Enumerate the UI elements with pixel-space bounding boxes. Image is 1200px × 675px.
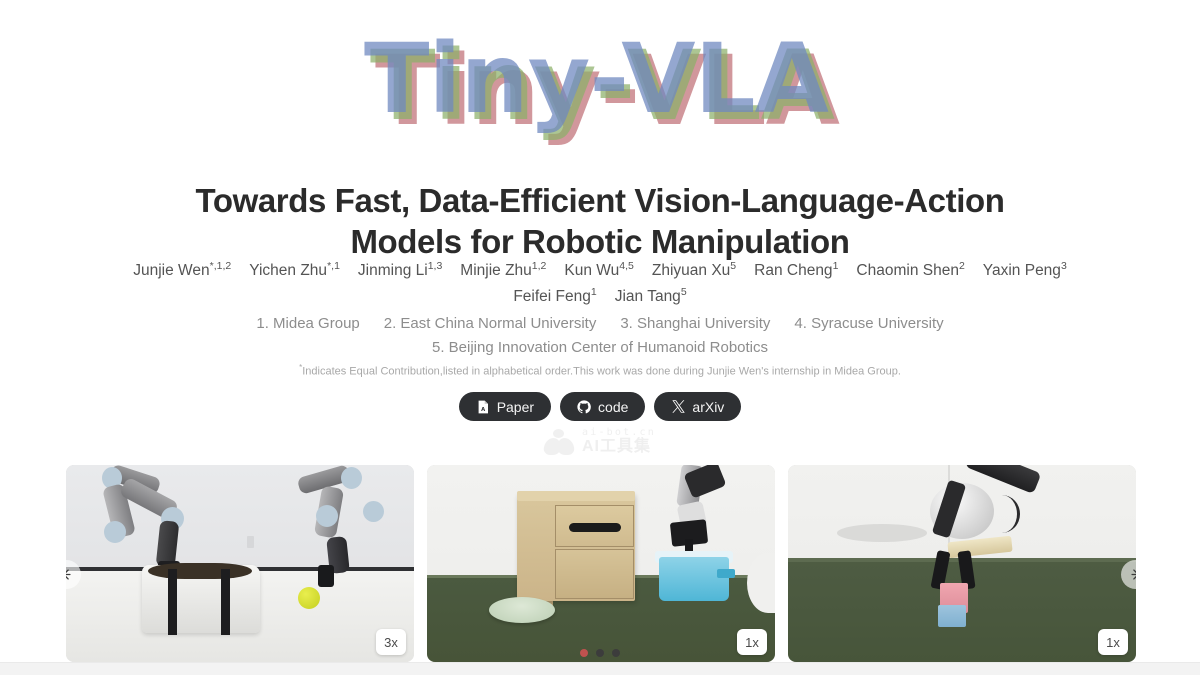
author-affiliation-marker: 5	[680, 285, 687, 298]
author-affiliation-marker: 3	[1060, 259, 1067, 272]
demo-video-drawer-plate-bin	[427, 465, 775, 662]
arxiv-button-label: arXiv	[692, 398, 725, 415]
affiliation-4: 4. Syracuse University	[794, 315, 944, 332]
demo-video-dual-arm-bag-ball	[66, 465, 414, 662]
demo-carousel: 3x 1x 1x	[0, 465, 1200, 662]
author-name: Yichen Zhu	[249, 262, 328, 279]
author-1: Junjie Wen*,1,2	[133, 258, 231, 284]
author-affiliation-marker: 1	[590, 285, 597, 298]
author-name: Junjie Wen	[133, 262, 210, 279]
author-7: Ran Cheng1	[754, 258, 838, 284]
author-name: Jinming Li	[357, 262, 428, 279]
author-4: Minjie Zhu1,2	[460, 258, 546, 284]
author-name: Chaomin Shen	[856, 262, 959, 279]
author-name: Kun Wu	[564, 262, 620, 279]
author-3: Jinming Li1,3	[358, 258, 442, 284]
author-6: Zhiyuan Xu5	[652, 258, 736, 284]
arxiv-button[interactable]: arXiv	[654, 392, 742, 421]
svg-text:A: A	[481, 407, 485, 413]
arrow-left-icon	[66, 569, 71, 580]
author-5: Kun Wu4,5	[564, 258, 633, 284]
author-name: Yaxin Peng	[982, 262, 1061, 279]
affiliation-1: 1. Midea Group	[256, 315, 360, 332]
author-affiliation-marker: *,1,2	[209, 259, 232, 272]
watermark-domain: ai-bot.cn	[582, 427, 656, 438]
affiliation-list: 1. Midea Group 2. East China Normal Unive…	[0, 312, 1200, 360]
author-10: Feifei Feng1	[513, 284, 596, 310]
link-button-bar: A Paper code arXiv	[0, 392, 1200, 421]
carousel-panel-dual-arm-bag-ball[interactable]: 3x	[66, 465, 414, 662]
carousel-dot-2[interactable]	[596, 649, 604, 657]
hero-title: Tiny-VLA Tiny-VLA Tiny-VLA	[0, 18, 1200, 147]
page-subtitle: Towards Fast, Data-Efficient Vision-Lang…	[0, 180, 1200, 262]
carousel-panel-drawer-plate-bin[interactable]: 1x	[427, 465, 775, 662]
watermark-logo-icon	[543, 428, 575, 455]
author-name: Feifei Feng	[513, 288, 591, 305]
author-8: Chaomin Shen2	[856, 258, 964, 284]
code-button-label: code	[598, 398, 629, 415]
paper-button[interactable]: A Paper	[458, 392, 552, 421]
author-name: Jian Tang	[614, 288, 681, 305]
affiliation-5: 5. Beijing Innovation Center of Humanoid…	[431, 339, 769, 356]
carousel-panel-block-stacking[interactable]: 1x	[788, 465, 1136, 662]
arrow-right-icon	[1131, 569, 1136, 580]
author-affiliation-marker: *,1	[327, 259, 340, 272]
author-name: Minjie Zhu	[460, 262, 532, 279]
author-affiliation-marker: 1,3	[427, 259, 443, 272]
watermark-name: AI工具集	[582, 437, 652, 455]
page-bottom-strip	[0, 662, 1200, 675]
author-11: Jian Tang5	[615, 284, 687, 310]
author-affiliation-marker: 1	[832, 259, 839, 272]
carousel-dot-3[interactable]	[612, 649, 620, 657]
code-button[interactable]: code	[560, 392, 646, 421]
author-2: Yichen Zhu*,1	[249, 258, 340, 284]
github-icon	[577, 399, 591, 414]
paper-button-label: Paper	[496, 398, 535, 415]
author-list: Junjie Wen*,1,2 Yichen Zhu*,1 Jinming Li1,…	[0, 258, 1200, 310]
footnote-text: Indicates Equal Contribution,listed in a…	[302, 365, 901, 378]
affiliation-3: 3. Shanghai University	[620, 315, 771, 332]
author-affiliation-marker: 5	[730, 259, 737, 272]
site-watermark: ai-bot.cn AI工具集	[0, 427, 1200, 455]
footnote: *Indicates Equal Contribution,listed in …	[0, 360, 1200, 380]
author-affiliation-marker: 4,5	[619, 259, 634, 272]
author-name: Zhiyuan Xu	[651, 262, 731, 279]
author-9: Yaxin Peng3	[983, 258, 1067, 284]
author-affiliation-marker: 1,2	[531, 259, 547, 272]
carousel-dots	[0, 649, 1200, 657]
pdf-icon: A	[476, 400, 490, 414]
x-twitter-icon	[671, 400, 685, 414]
subtitle-line-2: Models for Robotic Manipulation	[350, 223, 850, 261]
author-affiliation-marker: 2	[958, 259, 965, 272]
project-page: Tiny-VLA Tiny-VLA Tiny-VLA Towards Fast,…	[0, 0, 1200, 675]
subtitle-line-1: Towards Fast, Data-Efficient Vision-Lang…	[195, 182, 1005, 220]
hero-title-layer-blue: Tiny-VLA	[364, 23, 829, 135]
author-name: Ran Cheng	[754, 262, 833, 279]
carousel-dot-1[interactable]	[580, 649, 588, 657]
demo-video-block-stacking	[788, 465, 1136, 662]
affiliation-2: 2. East China Normal University	[383, 315, 597, 332]
